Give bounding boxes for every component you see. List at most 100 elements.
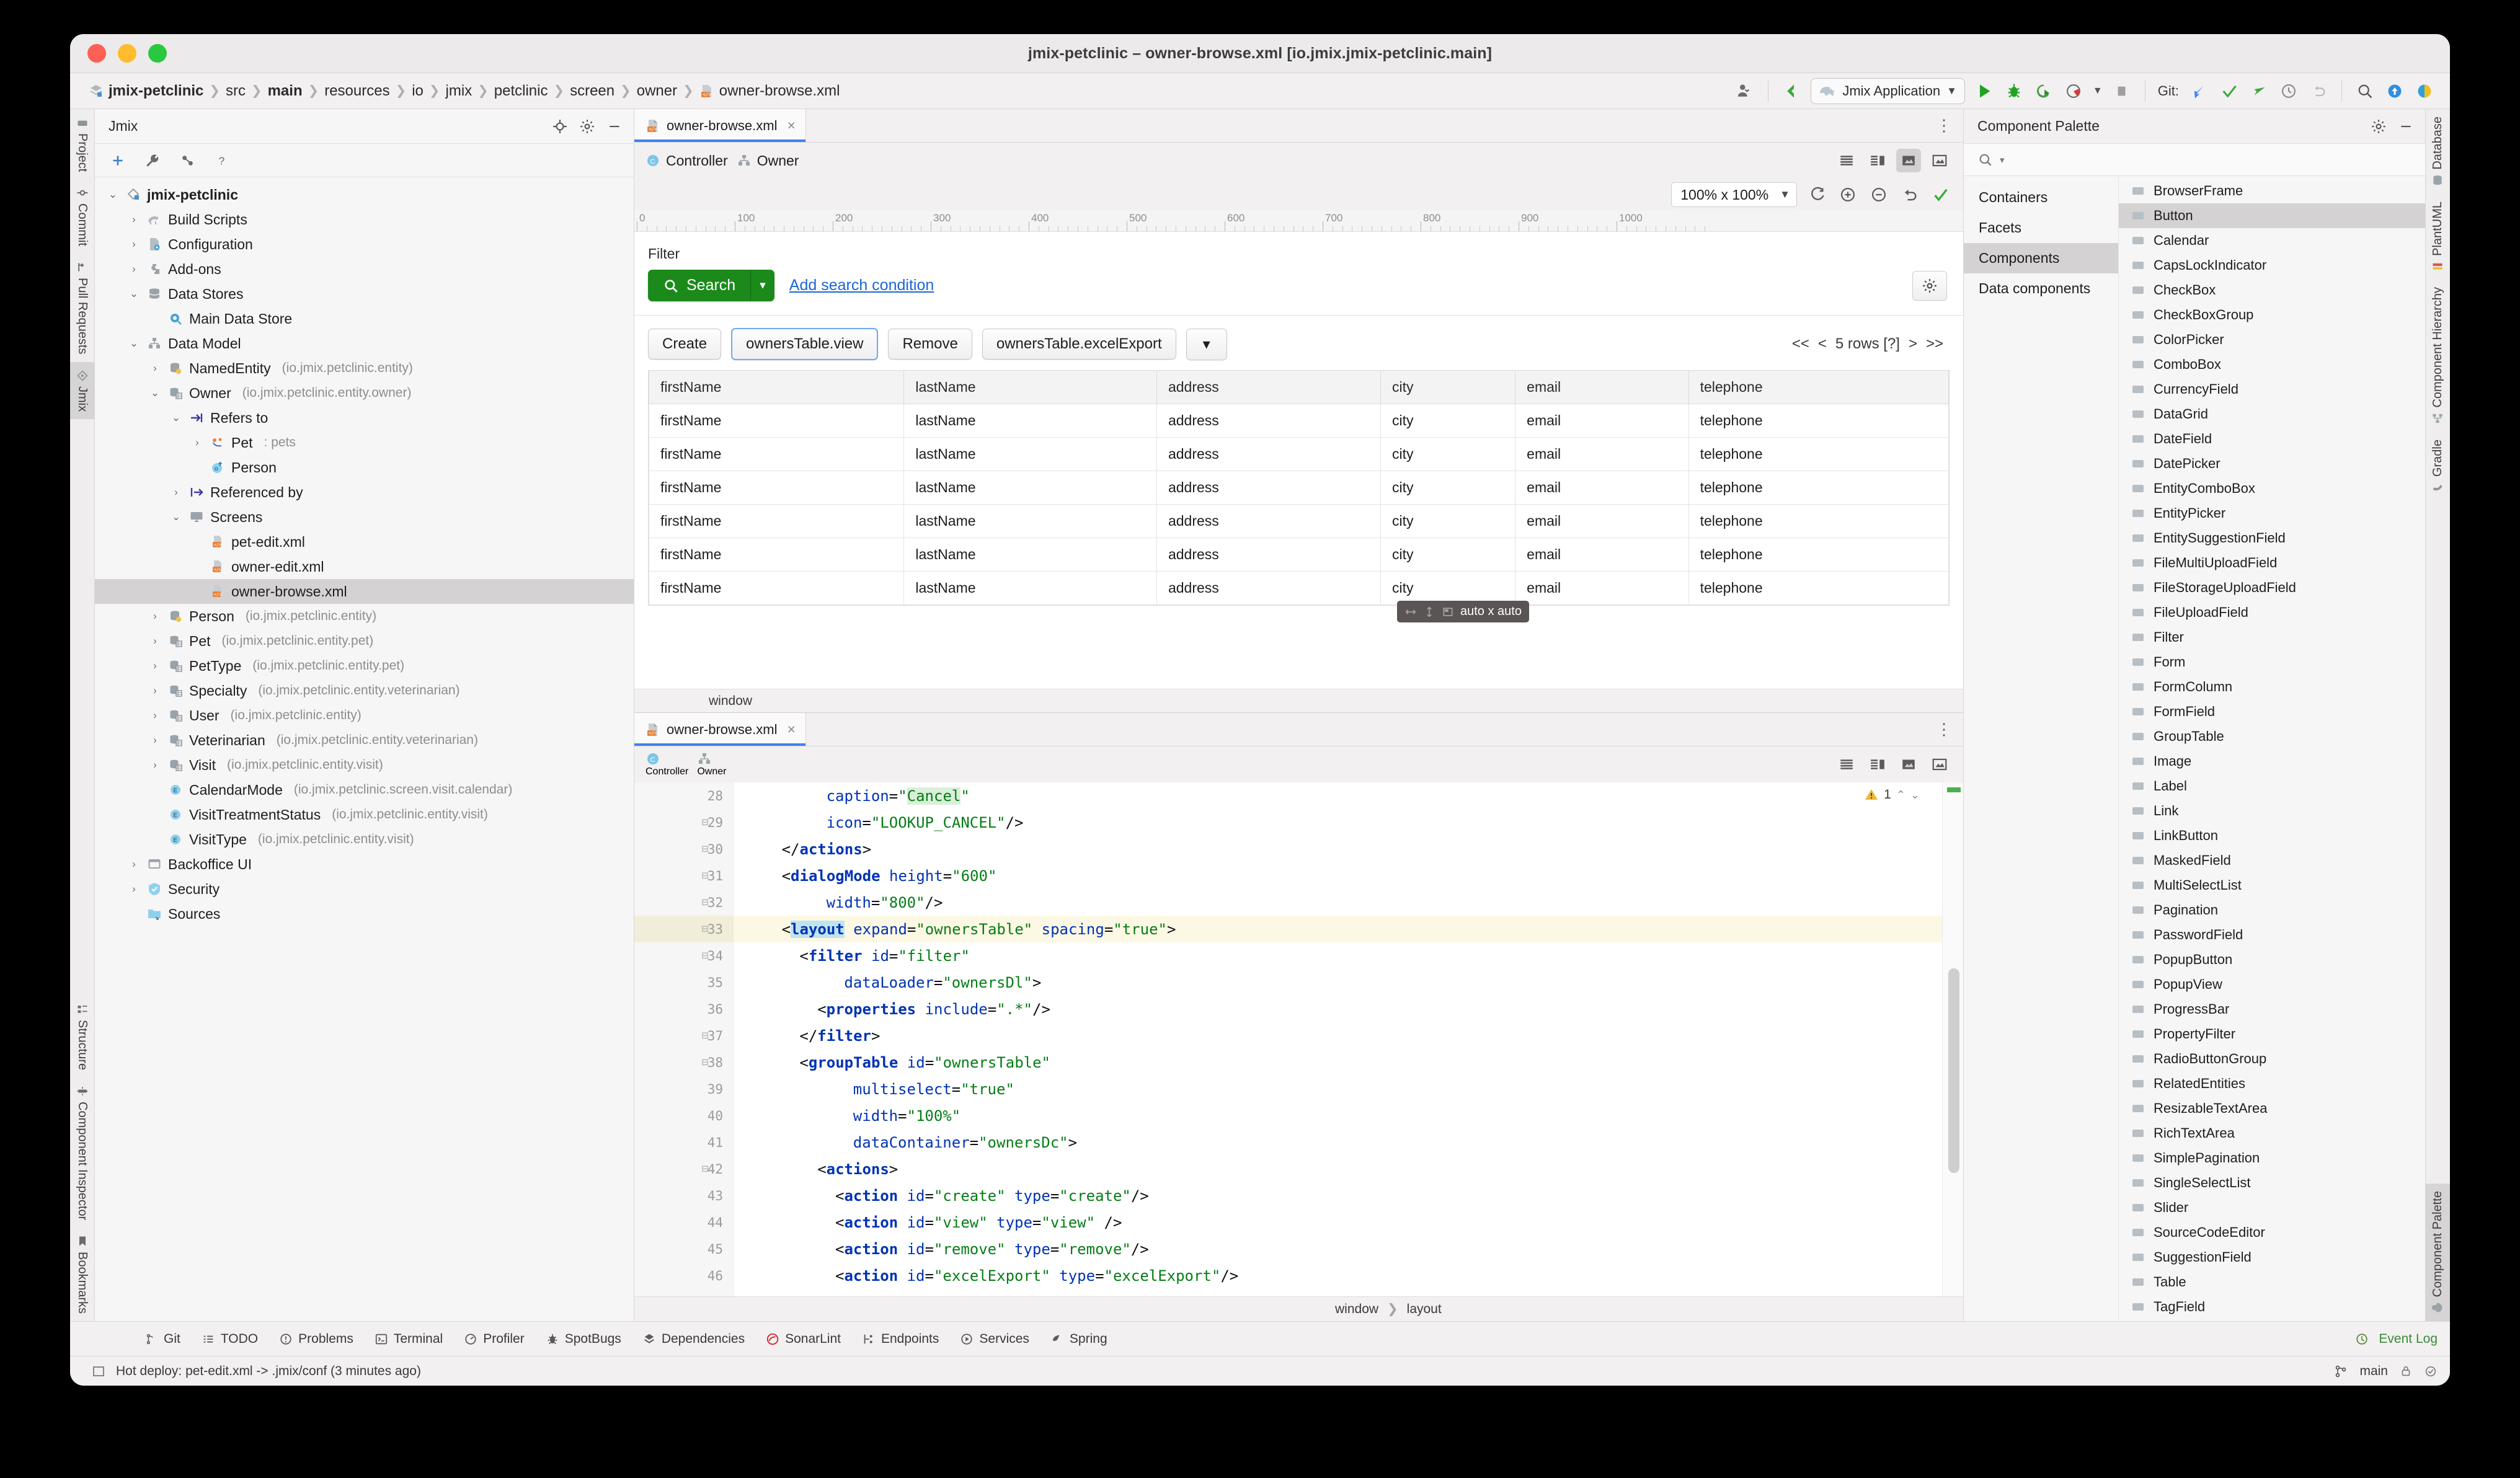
code-line[interactable]: width = "800"/>: [734, 889, 1963, 916]
palette-item-link[interactable]: Link: [2119, 799, 2425, 823]
tool-window-spring[interactable]: Spring: [1050, 1332, 1107, 1347]
code-fold-icon[interactable]: ⊟: [698, 949, 712, 962]
table-row[interactable]: firstName lastName address city email telepho…: [648, 571, 1950, 605]
palette-item-formfield[interactable]: FormField: [2119, 699, 2425, 724]
palette-item-colorpicker[interactable]: ColorPicker: [2119, 327, 2425, 352]
table-row[interactable]: firstName lastName address city email telepho…: [648, 404, 1950, 438]
rail-button-component-hierarchy[interactable]: Component Hierarchy: [2425, 280, 2450, 432]
code-line[interactable]: dataLoader = "ownersDl" >: [734, 969, 1963, 996]
tree-node-namedentity[interactable]: › NamedEntity (io.jmix.petclinic.entity): [95, 356, 634, 381]
palette-item-richtextarea[interactable]: RichTextArea: [2119, 1121, 2425, 1146]
tree-node-pet[interactable]: › Pet: pets: [95, 430, 634, 455]
git-update-icon[interactable]: [2189, 81, 2210, 102]
tree-node-jmix-petclinic[interactable]: ⌄ jmix-petclinic: [95, 182, 634, 207]
tree-node-security[interactable]: › Security: [95, 877, 634, 901]
generate-icon[interactable]: [177, 150, 198, 171]
search-everywhere-icon[interactable]: [2354, 81, 2376, 102]
palette-item-simplepagination[interactable]: SimplePagination: [2119, 1146, 2425, 1170]
palette-item-tagfield[interactable]: TagField: [2119, 1294, 2425, 1319]
tree-node-build-scripts[interactable]: › Build Scripts: [95, 207, 634, 232]
code-line[interactable]: < action id = "excelExport" type = "excelExpo…: [734, 1262, 1963, 1289]
palette-categories[interactable]: Containers Facets Components Data component…: [1964, 176, 2119, 1321]
tree-twisty-open[interactable]: ⌄: [169, 511, 183, 523]
tool-window-terminal[interactable]: Terminal: [375, 1332, 443, 1347]
palette-item-popupview[interactable]: PopupView: [2119, 972, 2425, 997]
breadcrumb-item-screen[interactable]: screen: [567, 82, 617, 100]
minimize-icon[interactable]: [2395, 116, 2416, 137]
tree-node-calendarmode[interactable]: E CalendarMode (io.jmix.petclinic.screen.v…: [95, 777, 634, 802]
palette-item-sourcecodeeditor[interactable]: SourceCodeEditor: [2119, 1220, 2425, 1245]
design-view-icon[interactable]: [1927, 149, 1952, 172]
code-line[interactable]: icon = "LOOKUP_CANCEL"/>: [734, 809, 1963, 836]
code-breadcrumb-item[interactable]: window: [1335, 1302, 1378, 1317]
minimize-icon[interactable]: [604, 116, 625, 137]
tree-node-add-ons[interactable]: › Add-ons: [95, 257, 634, 281]
palette-item-datagrid[interactable]: DataGrid: [2119, 402, 2425, 427]
preview-view-icon[interactable]: [1896, 149, 1921, 172]
back-arrow-icon[interactable]: [1781, 81, 1802, 102]
tool-window-spotbugs[interactable]: SpotBugs: [546, 1332, 621, 1347]
gear-icon[interactable]: [1912, 270, 1947, 301]
updates-icon[interactable]: [2384, 81, 2405, 102]
rail-button-plantuml[interactable]: PlantUML: [2425, 194, 2450, 280]
code-line[interactable]: < properties include = ".*"/>: [734, 996, 1963, 1022]
tool-window-sonarlint[interactable]: SonarLint: [766, 1332, 841, 1347]
inspections-icon[interactable]: [2424, 1365, 2438, 1378]
tree-node-pet[interactable]: › Pet (io.jmix.petclinic.entity.pet): [95, 629, 634, 653]
tree-node-owner[interactable]: ⌄ Owner (io.jmix.petclinic.entity.owner): [95, 381, 634, 405]
tree-twisty-closed[interactable]: ›: [148, 610, 162, 622]
tree-node-referenced-by[interactable]: › Referenced by: [95, 480, 634, 505]
pagination-first[interactable]: <<: [1792, 335, 1809, 353]
profile-icon[interactable]: [2063, 81, 2084, 102]
breadcrumb-item-resources[interactable]: resources: [322, 82, 392, 100]
code-line[interactable]: < actions >: [734, 1156, 1963, 1182]
code-fold-icon[interactable]: ⊟: [698, 896, 712, 909]
code-owner-entity-link[interactable]: Owner: [697, 751, 726, 777]
palette-category-data-components[interactable]: Data components: [1964, 273, 2118, 304]
tool-window-services[interactable]: Services: [960, 1332, 1029, 1347]
tool-window-endpoints[interactable]: Endpoints: [862, 1332, 939, 1347]
palette-item-popupbutton[interactable]: PopupButton: [2119, 947, 2425, 972]
settings-icon[interactable]: [2368, 116, 2389, 137]
pagination-next[interactable]: >: [1909, 335, 1917, 353]
actions-overflow-button[interactable]: ▾: [1186, 328, 1227, 360]
tree-node-data-stores[interactable]: ⌄ Data Stores: [95, 281, 634, 306]
close-icon[interactable]: ×: [788, 117, 796, 134]
palette-item-filestorageuploadfield[interactable]: FileStorageUploadField: [2119, 575, 2425, 600]
code-line[interactable]: dataContainer = "ownersDc" >: [734, 1129, 1963, 1156]
event-log-label[interactable]: Event Log: [2379, 1332, 2438, 1347]
code-breadcrumb-item[interactable]: layout: [1407, 1302, 1442, 1317]
tree-node-veterinarian[interactable]: › Veterinarian (io.jmix.petclinic.entity.v…: [95, 728, 634, 753]
split-view-icon[interactable]: [1865, 149, 1890, 172]
editor-tab-owner-browse[interactable]: </> owner-browse.xml ×: [634, 109, 806, 142]
table-column-header[interactable]: telephone: [1688, 370, 1950, 404]
table-row[interactable]: firstName lastName address city email telepho…: [648, 504, 1950, 538]
code-line[interactable]: caption = " Cancel ": [734, 782, 1963, 809]
palette-item-singleselectlist[interactable]: SingleSelectList: [2119, 1170, 2425, 1195]
action-button-create[interactable]: Create: [648, 329, 722, 360]
chevron-down-icon[interactable]: ▾: [2000, 154, 2005, 166]
locate-icon[interactable]: [549, 116, 570, 137]
help-icon[interactable]: ?: [211, 150, 233, 171]
run-configuration-selector[interactable]: Jmix Application ▼: [1811, 77, 1965, 104]
tree-node-main-data-store[interactable]: Main Data Store: [95, 306, 634, 331]
tree-node-visittype[interactable]: E VisitType (io.jmix.petclinic.entity.visi…: [95, 827, 634, 852]
code-fold-icon[interactable]: ⊟: [698, 1162, 712, 1175]
tree-node-pettype[interactable]: › PetType (io.jmix.petclinic.entity.pet): [95, 653, 634, 678]
tree-node-specialty[interactable]: › Specialty (io.jmix.petclinic.entity.vete…: [95, 678, 634, 703]
undo-icon[interactable]: [1899, 184, 1921, 206]
code-line[interactable]: width = "100%": [734, 1102, 1963, 1129]
zoom-in-icon[interactable]: [1837, 184, 1859, 206]
rollback-icon[interactable]: [2308, 81, 2329, 102]
search-button[interactable]: Search ▾: [648, 270, 774, 301]
tree-twisty-closed[interactable]: ›: [148, 759, 162, 771]
code-line[interactable]: multiselect = "true": [734, 1076, 1963, 1102]
tree-node-configuration[interactable]: › Configuration: [95, 232, 634, 257]
breadcrumb-item-jmix-petclinic[interactable]: jmix-petclinic: [86, 82, 206, 100]
code-line[interactable]: < action id = "create" type = "create"/>: [734, 1182, 1963, 1209]
settings-sync-icon[interactable]: [2414, 81, 2435, 102]
text-view-icon[interactable]: [1834, 149, 1859, 172]
palette-item-browserframe[interactable]: BrowserFrame: [2119, 179, 2425, 203]
palette-item-slider[interactable]: Slider: [2119, 1195, 2425, 1220]
tree-node-owner-browse-xml[interactable]: </> owner-browse.xml: [95, 579, 634, 604]
